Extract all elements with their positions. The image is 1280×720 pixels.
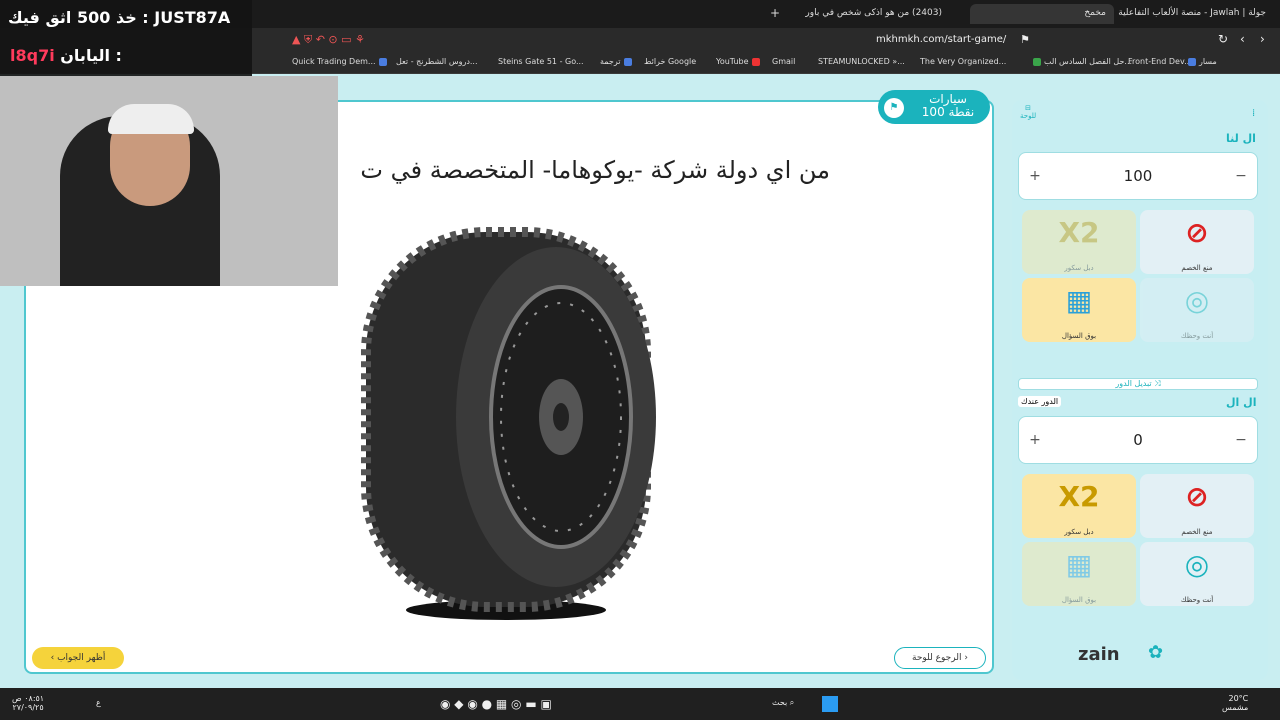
board-link[interactable]: ⊟ للوحة: [1020, 104, 1036, 120]
cap: [108, 104, 194, 134]
increase-score-button[interactable]: +: [1025, 153, 1045, 199]
weather-widget[interactable]: 20°C مشمس: [1222, 694, 1248, 712]
tab-label: جولة | Jawlah - منصة الألعاب التفاعلية: [1118, 8, 1266, 18]
forward-icon[interactable]: ›: [1260, 32, 1265, 46]
team1-score: + 100 −: [1018, 152, 1258, 200]
chevron-right-icon: ›: [961, 653, 968, 663]
clock[interactable]: ٠٨:٥١ ص ٢٧/٠٩/٢٥: [12, 694, 44, 712]
language-indicator[interactable]: ع: [96, 698, 101, 707]
x2-icon: X2: [1058, 216, 1100, 249]
promo-text: خذ 500 اثق فيك : JUST87A: [8, 8, 231, 27]
url-field[interactable]: mkhmkh.com/start-game/: [876, 34, 1006, 45]
tool-luck-wheel[interactable]: ◎ أنت وحظك: [1140, 278, 1254, 342]
tool-trumpet[interactable]: ▦ بوق السؤال: [1022, 542, 1136, 606]
tool-double-score[interactable]: X2 دبل سكور: [1022, 210, 1136, 274]
tab-jawlah[interactable]: جولة | Jawlah - منصة الألعاب التفاعلية: [1118, 4, 1274, 24]
turn-indicator: الدور عندك: [1018, 396, 1062, 407]
pinned-apps[interactable]: ◉ ◆ ◉ ● ▦ ◎ ▬ ▣: [440, 697, 552, 711]
bookmark-item[interactable]: دروس الشطرنج - تعل...: [396, 57, 478, 66]
category-badge: ⚑ سيارات 100 نقطة: [878, 90, 990, 124]
bookmark-item[interactable]: خرائط Google: [644, 57, 696, 66]
bookmark-item[interactable]: ترجمة: [600, 57, 635, 66]
flag-icon[interactable]: ⚑: [884, 98, 904, 118]
decrease-score-button[interactable]: −: [1231, 417, 1251, 463]
windows-start-icon[interactable]: [822, 696, 838, 712]
decrease-score-button[interactable]: −: [1231, 153, 1251, 199]
tab-label: (2403) من هو اذكى شخص في باور: [805, 8, 942, 18]
bookmark-item[interactable]: The Very Organized...: [920, 57, 1006, 66]
bookmark-item[interactable]: مسار: [1185, 57, 1217, 66]
switch-turn-button[interactable]: تبديل الدور ⤨: [1018, 378, 1258, 390]
taskbar-search[interactable]: بحث ⌕: [772, 698, 794, 708]
taskbar: بحث ⌕ ◉ ◆ ◉ ● ▦ ◎ ▬ ▣ 20°C مشمس ٠٨:٥١ ص ٢٧…: [0, 688, 1280, 720]
site-logo-icon: ✿: [1148, 642, 1164, 663]
wheel-icon: ◎: [1184, 284, 1210, 317]
shuffle-icon: ⤨: [1151, 379, 1161, 388]
team2-score: + 0 −: [1018, 416, 1258, 464]
team2-name: ال ال: [1226, 396, 1257, 409]
bookmark-item[interactable]: Front-End Dev...: [1128, 57, 1192, 66]
no-entry-icon: ⊘: [1185, 216, 1209, 249]
board-icon: ⊟: [1025, 104, 1032, 112]
code-line: l8q7i اليابان :: [10, 46, 122, 65]
question-text: من اي دولة شركة -يوكوهاما- المتخصصة في ت: [360, 156, 830, 184]
bookmark-item[interactable]: Gmail: [772, 57, 795, 66]
category-points: 100 نقطة: [921, 105, 975, 119]
tab-label: مخمخ: [1084, 8, 1106, 18]
cards-icon: ▦: [1065, 548, 1093, 581]
back-to-board-button[interactable]: الرجوع للوحة ›: [894, 647, 986, 669]
cards-icon: ▦: [1065, 284, 1093, 317]
x2-icon: X2: [1058, 480, 1100, 513]
bookmark-icon[interactable]: ⚑: [1020, 33, 1030, 46]
tool-luck-wheel[interactable]: ◎ أنت وحظك: [1140, 542, 1254, 606]
tool-trumpet[interactable]: ▦ بوق السؤال: [1022, 278, 1136, 342]
bookmark-item[interactable]: Steins Gate 51 - Go...: [498, 57, 584, 66]
bookmark-item[interactable]: STEAMUNLOCKED »...: [818, 57, 905, 66]
increase-score-button[interactable]: +: [1025, 417, 1045, 463]
tab-mkhmkh[interactable]: ✕ مخمخ: [970, 4, 1114, 24]
tab-youtube[interactable]: (2403) من هو اذكى شخص في باور: [790, 4, 950, 24]
tool-block-opponent[interactable]: ⊘ منع الخصم: [1140, 210, 1254, 274]
sidebar-menu-icon[interactable]: ⁞: [1252, 108, 1255, 119]
wheel-icon: ◎: [1184, 548, 1210, 581]
tire-image: [361, 227, 656, 620]
show-answer-button[interactable]: ‹ أظهر الجواب: [32, 647, 124, 669]
stream-overlay: خذ 500 اثق فيك : JUST87A l8q7i اليابان :: [0, 0, 252, 76]
search-icon: ⌕: [787, 698, 795, 707]
reload-icon[interactable]: ↻: [1218, 32, 1228, 46]
no-entry-icon: ⊘: [1185, 480, 1209, 513]
team1-name: ال لنا: [1226, 132, 1256, 145]
tool-double-score[interactable]: X2 دبل سكور: [1022, 474, 1136, 538]
bookmark-item[interactable]: YouTube: [716, 57, 763, 66]
new-tab-button[interactable]: +: [770, 6, 780, 20]
webcam-feed: [0, 76, 338, 286]
sponsor-logo: zain: [1078, 644, 1120, 665]
extension-icons[interactable]: ▲ ⛨ ↶ ⊙ ▭ ⚘: [292, 33, 365, 47]
back-icon[interactable]: ‹: [1240, 32, 1245, 46]
tool-block-opponent[interactable]: ⊘ منع الخصم: [1140, 474, 1254, 538]
bookmark-item[interactable]: حل الفصل السادس الب...: [1030, 57, 1132, 66]
bookmark-item[interactable]: Quick Trading Dem...: [292, 57, 390, 66]
